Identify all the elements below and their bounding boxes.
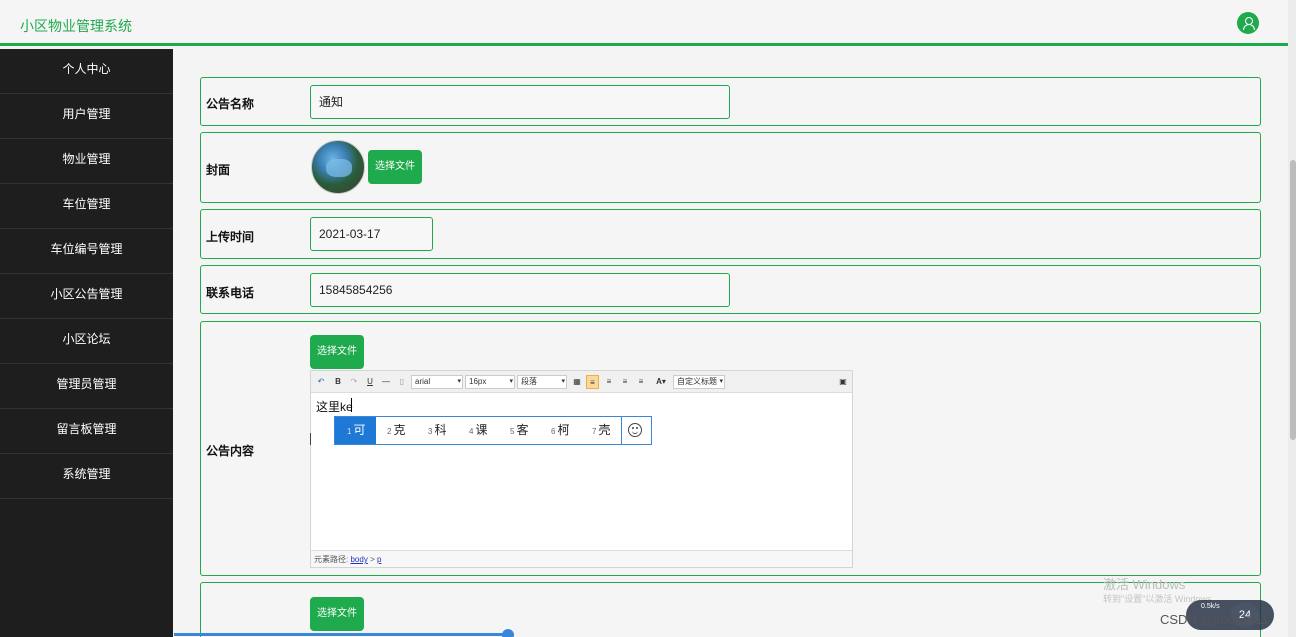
emoji-smile-icon[interactable] [628, 423, 642, 437]
align-left-icon[interactable]: ≡ [586, 375, 599, 389]
font-color-icon[interactable]: A▾ [653, 375, 669, 389]
fullscreen-icon[interactable]: ▣ [837, 375, 849, 389]
page-scrollbar-thumb[interactable] [1290, 160, 1296, 440]
ime-candidate[interactable]: 2克 [387, 417, 405, 444]
ime-candidate[interactable]: 4课 [469, 417, 487, 444]
editor-content-text[interactable]: 这里ke [316, 398, 353, 415]
cover-label: 封面 [206, 163, 231, 177]
sidebar-item-message-board[interactable]: 留言板管理 [0, 409, 173, 454]
form-row-content-2: 选择文件 [200, 582, 1261, 637]
path-separator: > [370, 555, 375, 564]
network-speed-text: 0.5k/s [1201, 603, 1220, 610]
user-avatar-icon[interactable] [1237, 12, 1259, 34]
upload-time-input[interactable]: 2021-03-17 [310, 217, 433, 251]
content-select-file-button[interactable]: 选择文件 [310, 335, 364, 369]
align-right-icon[interactable]: ≡ [603, 375, 615, 389]
top-bar: 小区物业管理系统 [0, 0, 1288, 46]
rich-text-editor: ↶ B ↷ U — ▯ arial 16px 段落 ▦ ≡ ≡ ≡ ≡ A▾ 自… [310, 370, 853, 568]
undo-icon[interactable]: ↶ [316, 375, 326, 389]
sidebar-item-property-management[interactable]: 物业管理 [0, 139, 173, 184]
sidebar-item-system-management[interactable]: 系统管理 [0, 454, 173, 499]
content2-select-file-button[interactable]: 选择文件 [310, 597, 364, 631]
content-label: 公告内容 [206, 444, 255, 458]
phone-input[interactable]: 15845854256 [310, 273, 730, 307]
sidebar-item-announcement-management[interactable]: 小区公告管理 [0, 274, 173, 319]
upload-time-label: 上传时间 [206, 230, 255, 244]
element-path-label: 元素路径: [314, 555, 349, 564]
sidebar: 个人中心 用户管理 物业管理 车位管理 车位编号管理 小区公告管理 小区论坛 管… [0, 49, 173, 637]
editor-status-bar: 元素路径: body > p [311, 550, 852, 567]
font-family-select[interactable]: arial [411, 375, 463, 389]
ime-candidate[interactable]: 1可 [335, 417, 376, 444]
sidebar-item-forum[interactable]: 小区论坛 [0, 319, 173, 364]
bold-icon[interactable]: B [333, 375, 343, 389]
ime-candidate[interactable]: 7壳 [592, 417, 610, 444]
align-justify-icon[interactable]: ≡ [635, 375, 647, 389]
sidebar-item-parking-number-management[interactable]: 车位编号管理 [0, 229, 173, 274]
form-row-upload-time: 上传时间 2021-03-17 [200, 209, 1261, 259]
horizontal-rule-icon[interactable]: — [381, 375, 391, 389]
phone-label: 联系电话 [206, 286, 255, 300]
underline-icon[interactable]: U [365, 375, 375, 389]
custom-title-select[interactable]: 自定义标题 [673, 375, 725, 389]
ibeam-cursor-icon [310, 433, 313, 445]
align-center-icon[interactable]: ≡ [619, 375, 631, 389]
ime-candidate[interactable]: 5客 [510, 417, 528, 444]
redo-icon[interactable]: ↷ [349, 375, 359, 389]
app-title: 小区物业管理系统 [20, 18, 132, 34]
csdn-watermark: CSDN @sheji1011 [1160, 612, 1269, 627]
path-body-link[interactable]: body [350, 555, 367, 564]
ime-candidate[interactable]: 6柯 [551, 417, 569, 444]
form-row-content: 公告内容 选择文件 ↶ B ↷ U — ▯ arial 16px 段落 ▦ ≡ … [200, 321, 1261, 576]
ime-candidate[interactable]: 3科 [428, 417, 446, 444]
cover-image [311, 140, 365, 194]
windows-activation-watermark: 激活 Windows [1103, 577, 1186, 592]
form-row-phone: 联系电话 15845854256 [200, 265, 1261, 314]
path-p-link[interactable]: p [377, 555, 381, 564]
table-icon[interactable]: ▦ [571, 375, 583, 389]
video-progress-handle[interactable] [502, 629, 514, 637]
cover-select-file-button[interactable]: 选择文件 [368, 150, 422, 184]
name-input[interactable]: 通知 [310, 85, 730, 119]
sidebar-item-personal-center[interactable]: 个人中心 [0, 49, 173, 94]
form-row-name: 公告名称 通知 [200, 77, 1261, 126]
ime-candidate-bar: 1可 2克 3科 4课 5客 6柯 7壳 [334, 416, 652, 445]
form-row-cover: 封面 选择文件 [200, 132, 1261, 203]
page-icon[interactable]: ▯ [397, 375, 407, 389]
editor-toolbar: ↶ B ↷ U — ▯ arial 16px 段落 ▦ ≡ ≡ ≡ ≡ A▾ 自… [311, 371, 852, 393]
video-progress-bar[interactable] [174, 633, 508, 636]
sidebar-item-parking-management[interactable]: 车位管理 [0, 184, 173, 229]
font-size-select[interactable]: 16px [465, 375, 515, 389]
sidebar-item-admin-management[interactable]: 管理员管理 [0, 364, 173, 409]
name-label: 公告名称 [206, 97, 255, 111]
paragraph-select[interactable]: 段落 [517, 375, 567, 389]
ime-separator [621, 417, 622, 444]
text-caret [351, 398, 352, 412]
sidebar-item-user-management[interactable]: 用户管理 [0, 94, 173, 139]
